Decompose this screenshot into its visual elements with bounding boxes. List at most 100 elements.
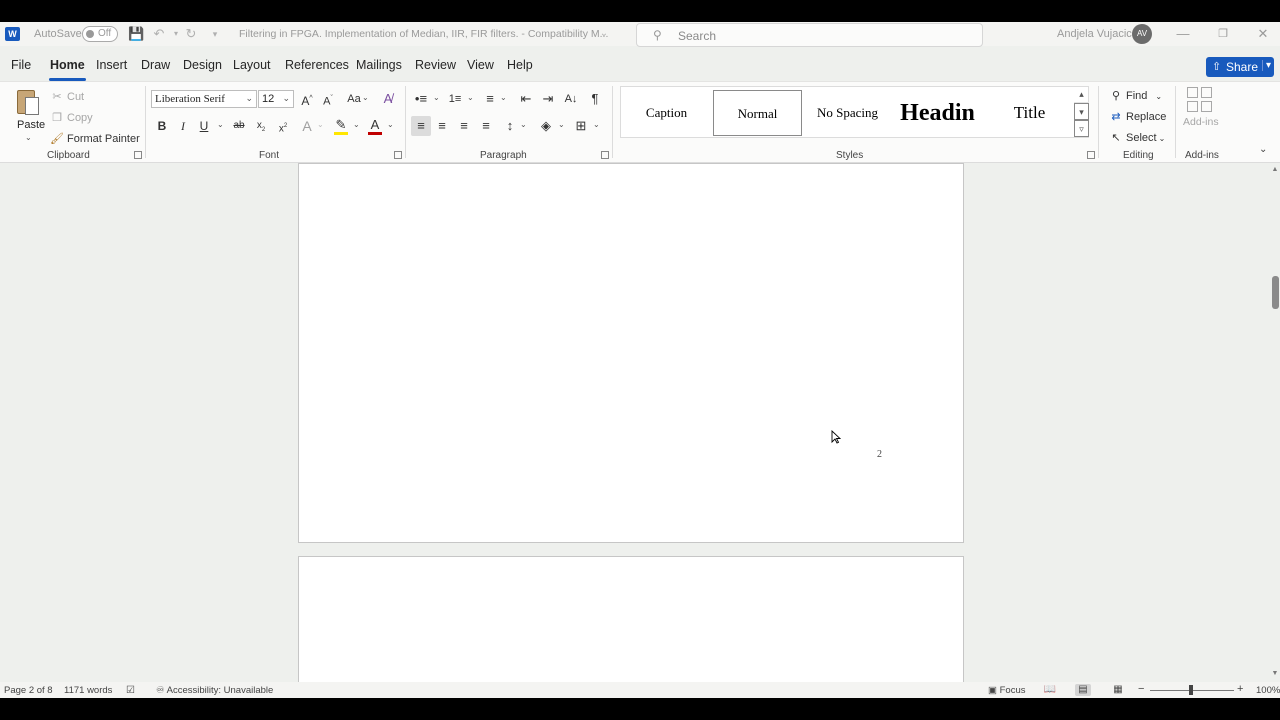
multilevel-chevron-icon[interactable]: ⌄: [500, 93, 507, 102]
print-layout-icon[interactable]: ▤: [1075, 684, 1091, 696]
autosave-toggle[interactable]: Off: [82, 26, 118, 42]
text-effects-chevron-icon[interactable]: ⌄: [317, 120, 324, 129]
user-name[interactable]: Andjela Vujacic: [1057, 28, 1132, 40]
web-layout-icon[interactable]: ▦: [1110, 684, 1126, 696]
zoom-in-icon[interactable]: +: [1237, 683, 1243, 695]
shrink-font-icon[interactable]: Aˇ: [318, 89, 338, 109]
tab-references[interactable]: References: [285, 58, 349, 72]
font-size-select[interactable]: 12 ⌄: [258, 90, 294, 108]
title-chevron-down-icon[interactable]: ⌄: [596, 26, 612, 42]
format-painter-button[interactable]: 🖌 Format Painter: [50, 132, 140, 145]
zoom-out-icon[interactable]: −: [1138, 683, 1144, 695]
document-title[interactable]: Filtering in FPGA. Implementation of Med…: [239, 28, 608, 40]
tab-layout[interactable]: Layout: [233, 58, 271, 72]
styles-up-icon[interactable]: ▴: [1074, 86, 1089, 103]
document-page-2[interactable]: [298, 163, 964, 543]
shading-icon[interactable]: ◈: [536, 116, 556, 136]
tab-draw[interactable]: Draw: [141, 58, 170, 72]
scroll-down-icon[interactable]: ▼: [1270, 670, 1280, 677]
tab-home[interactable]: Home: [49, 58, 86, 81]
tab-insert[interactable]: Insert: [96, 58, 127, 72]
avatar[interactable]: AV: [1132, 24, 1152, 44]
share-button[interactable]: ⇧ Share ▾: [1206, 57, 1274, 77]
paragraph-launcher-icon[interactable]: [601, 151, 609, 159]
numbering-icon[interactable]: 1≡: [445, 89, 465, 109]
change-case-chevron-icon[interactable]: ⌄: [362, 93, 369, 102]
style-normal[interactable]: Normal: [713, 90, 802, 136]
add-ins-button[interactable]: Add-ins: [1183, 116, 1219, 128]
line-spacing-chevron-icon[interactable]: ⌄: [520, 120, 527, 129]
align-left-icon[interactable]: ≡: [411, 116, 431, 136]
styles-more-icon[interactable]: ▿: [1074, 120, 1089, 137]
bold-button[interactable]: B: [152, 116, 172, 136]
font-family-select[interactable]: Liberation Serif ⌄: [151, 90, 257, 108]
select-button[interactable]: ↖ Select ⌄: [1109, 131, 1165, 144]
search-input[interactable]: ⚲ Search: [636, 23, 983, 47]
italic-button[interactable]: I: [173, 116, 193, 136]
strikethrough-button[interactable]: ab: [229, 116, 249, 136]
decrease-indent-icon[interactable]: ⇤: [516, 89, 536, 109]
proofing-icon[interactable]: ☑: [126, 685, 135, 696]
tab-mailings[interactable]: Mailings: [356, 58, 402, 72]
align-center-icon[interactable]: ≡: [432, 116, 452, 136]
underline-button[interactable]: U: [194, 116, 214, 136]
style-heading[interactable]: Headin: [893, 90, 982, 136]
bullets-chevron-icon[interactable]: ⌄: [433, 93, 440, 102]
style-title[interactable]: Title: [985, 90, 1074, 136]
paste-icon[interactable]: [15, 87, 41, 117]
page-count[interactable]: Page 2 of 8: [4, 685, 53, 696]
bullets-icon[interactable]: •≡: [411, 89, 431, 109]
focus-button[interactable]: ▣ Focus: [988, 685, 1026, 696]
add-ins-icon[interactable]: [1187, 87, 1213, 113]
cut-button[interactable]: ✂ Cut: [50, 90, 84, 103]
borders-icon[interactable]: ⊞: [571, 116, 591, 136]
save-icon[interactable]: 💾: [128, 26, 144, 42]
tab-help[interactable]: Help: [507, 58, 533, 72]
increase-indent-icon[interactable]: ⇥: [538, 89, 558, 109]
numbering-chevron-icon[interactable]: ⌄: [467, 93, 474, 102]
multilevel-list-icon[interactable]: ≡: [480, 89, 500, 109]
style-caption[interactable]: Caption: [622, 90, 711, 136]
font-launcher-icon[interactable]: [394, 151, 402, 159]
paste-chevron-down-icon[interactable]: ⌄: [25, 133, 32, 142]
zoom-level[interactable]: 100%: [1256, 685, 1280, 696]
shading-chevron-icon[interactable]: ⌄: [558, 120, 565, 129]
paste-button[interactable]: Paste: [17, 119, 45, 131]
read-mode-icon[interactable]: 📖: [1042, 684, 1058, 696]
collapse-ribbon-icon[interactable]: ⌄: [1259, 144, 1267, 155]
font-color-chevron-icon[interactable]: ⌄: [387, 120, 394, 129]
sort-icon[interactable]: A↓: [561, 89, 581, 109]
text-effects-icon[interactable]: A: [297, 116, 317, 136]
line-spacing-icon[interactable]: ↕: [500, 116, 520, 136]
document-page-3[interactable]: [298, 556, 964, 698]
close-icon[interactable]: ✕: [1253, 25, 1273, 43]
scroll-thumb[interactable]: [1272, 276, 1279, 309]
replace-button[interactable]: ⇄ Replace: [1109, 110, 1166, 123]
minimize-icon[interactable]: —: [1173, 25, 1193, 43]
styles-down-icon[interactable]: ▾: [1074, 103, 1089, 120]
tab-file[interactable]: File: [11, 58, 31, 72]
undo-dropdown-icon[interactable]: ▾: [168, 26, 184, 42]
tab-review[interactable]: Review: [415, 58, 456, 72]
show-formatting-icon[interactable]: ¶: [585, 89, 605, 109]
find-button[interactable]: ⚲ Find ⌄: [1109, 89, 1162, 102]
tab-design[interactable]: Design: [183, 58, 222, 72]
clipboard-launcher-icon[interactable]: [134, 151, 142, 159]
accessibility-status[interactable]: ♾ Accessibility: Unavailable: [156, 685, 273, 696]
align-right-icon[interactable]: ≡: [454, 116, 474, 136]
zoom-slider-thumb[interactable]: [1189, 685, 1193, 695]
undo-icon[interactable]: ↶: [151, 26, 167, 42]
share-chevron-down-icon[interactable]: ▾: [1262, 60, 1271, 71]
borders-chevron-icon[interactable]: ⌄: [593, 120, 600, 129]
font-color-icon[interactable]: A: [365, 115, 385, 135]
highlight-icon[interactable]: ✎: [331, 115, 351, 135]
restore-icon[interactable]: ❐: [1213, 25, 1233, 43]
customize-quick-access-icon[interactable]: ▾: [207, 26, 223, 42]
tab-view[interactable]: View: [467, 58, 494, 72]
justify-icon[interactable]: ≡: [476, 116, 496, 136]
subscript-icon[interactable]: x2: [251, 116, 271, 136]
word-count[interactable]: 1171 words: [64, 685, 112, 696]
clear-formatting-icon[interactable]: A̸: [378, 89, 398, 109]
vertical-scrollbar[interactable]: ▲ ▼: [1270, 164, 1280, 682]
highlight-chevron-icon[interactable]: ⌄: [353, 120, 360, 129]
